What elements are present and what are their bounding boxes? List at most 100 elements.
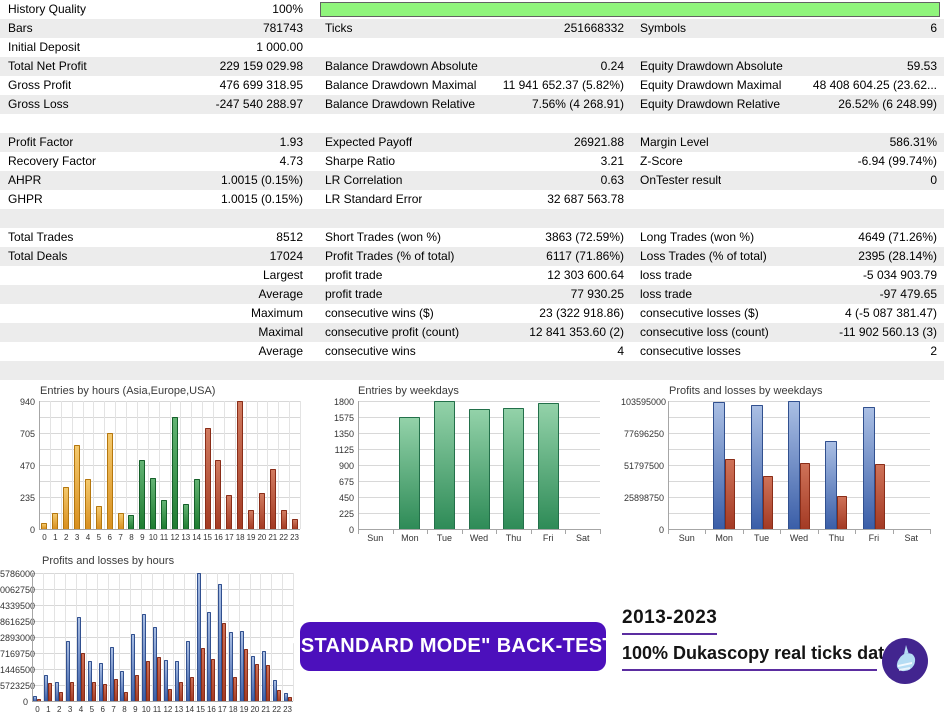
stat-label: Recovery Factor [8, 152, 96, 171]
table-cell [311, 114, 630, 133]
chart-bar [161, 500, 167, 529]
table-cell: consecutive profit (count)12 841 353.60 … [311, 323, 630, 342]
y-tick-label: 8616250 [0, 617, 28, 627]
chart-bar [194, 479, 200, 529]
chart-bar [469, 409, 490, 529]
stat-value: 1.93 [280, 133, 303, 152]
v-gridline [267, 401, 268, 529]
table-cell: AHPR1.0015 (0.15%) [0, 171, 311, 190]
chart-bar [96, 506, 102, 529]
table-cell: Total Deals17024 [0, 247, 311, 266]
table-cell: Average [0, 342, 311, 361]
table-row: AHPR1.0015 (0.15%)LR Correlation0.63OnTe… [0, 171, 944, 190]
stat-value: 1 000.00 [256, 38, 303, 57]
chart-bar [248, 510, 254, 529]
chart-bar [114, 679, 118, 701]
banner-label: "STANDARD MODE" BACK-TEST [291, 635, 615, 658]
x-tick-label: 22 [278, 533, 289, 543]
table-cell: loss trade -97 479.65 [630, 285, 944, 304]
stat-label: loss trade [640, 285, 692, 304]
table-cell [630, 38, 944, 57]
chart-bar [48, 683, 52, 701]
x-tick-label: 17 [217, 705, 228, 715]
y-tick-label: 0 [0, 697, 28, 707]
chart-bar [70, 682, 74, 701]
stat-value: 1.0015 (0.15%) [221, 190, 303, 209]
table-cell: Ticks251668332 [311, 19, 630, 38]
x-axis [39, 529, 300, 530]
stat-label: profit trade [325, 266, 382, 285]
stat-value: 6 [930, 19, 937, 38]
stat-label: Profit Trades (% of total) [325, 247, 454, 266]
chart-bar [538, 403, 559, 529]
table-row: GHPR1.0015 (0.15%)LR Standard Error32 68… [0, 190, 944, 209]
y-tick-label: 900 [330, 461, 354, 471]
x-tick-label: 9 [137, 533, 148, 543]
stat-label: Balance Drawdown Relative [325, 95, 475, 114]
v-gridline [148, 401, 149, 529]
chart-bar [59, 692, 63, 701]
x-tick-label: 3 [72, 533, 83, 543]
x-axis [32, 701, 293, 702]
x-tick-label: 16 [206, 705, 217, 715]
y-tick-label: 7169750 [0, 649, 28, 659]
y-tick-label: 1446500 [0, 665, 28, 675]
stat-label: GHPR [8, 190, 43, 209]
chart-bar [107, 433, 113, 529]
chart-bar [292, 519, 298, 529]
chart-bar [751, 405, 763, 529]
subtitle-underline [622, 669, 877, 671]
stat-value: -97 479.65 [880, 285, 937, 304]
chart-bar [63, 487, 69, 529]
chart-title: Entries by hours (Asia,Europe,USA) [40, 385, 215, 397]
x-axis [668, 529, 930, 530]
x-tick-label: 5 [86, 705, 97, 715]
stat-label: loss trade [640, 266, 692, 285]
y-tick-label: 0062750 [0, 585, 28, 595]
table-cell: Balance Drawdown Relative7.56% (4 268.91… [311, 95, 630, 114]
stat-label: Expected Payoff [325, 133, 412, 152]
stat-value: Average [259, 285, 303, 304]
v-gridline [213, 401, 214, 529]
chart-pl-by-hours: Profits and losses by hours0572325014465… [0, 553, 303, 723]
stat-label: consecutive wins [325, 342, 416, 361]
x-tick-label: Wed [462, 533, 497, 543]
y-tick-label: 1800 [330, 397, 354, 407]
stat-label: Bars [8, 19, 33, 38]
chart-bar [255, 664, 259, 701]
x-axis [358, 529, 600, 530]
x-tick-label: 6 [104, 533, 115, 543]
v-gridline [126, 401, 127, 529]
chart-bar [179, 682, 183, 701]
stat-label: OnTester result [640, 171, 721, 190]
stat-value: 11 941 652.37 (5.82%) [503, 76, 624, 95]
table-cell: Balance Drawdown Absolute0.24 [311, 57, 630, 76]
y-tick-label: 0 [330, 525, 354, 535]
stat-value: 6117 (71.86%) [546, 247, 624, 266]
x-tick-label: 23 [289, 533, 300, 543]
chart-bar [863, 407, 875, 529]
x-tick-label: 19 [239, 705, 250, 715]
table-cell: loss trade-5 034 903.79 [630, 266, 944, 285]
x-tick-label: 19 [246, 533, 257, 543]
stat-label: Initial Deposit [8, 38, 80, 57]
v-gridline [202, 401, 203, 529]
table-row: Total Net Profit229 159 029.98Balance Dr… [0, 57, 944, 76]
v-gridline [278, 401, 279, 529]
x-tick-label: Fri [855, 533, 892, 543]
v-gridline [191, 401, 192, 529]
chart-bar [124, 692, 128, 701]
chart-bar [215, 460, 221, 529]
table-row: Recovery Factor4.73Sharpe Ratio3.21Z-Sco… [0, 152, 944, 171]
chart-bar [190, 677, 194, 701]
table-row: Gross Loss-247 540 288.97Balance Drawdow… [0, 95, 944, 114]
x-tick-label: 18 [228, 705, 239, 715]
stat-label: consecutive losses [640, 342, 741, 361]
stat-value: 59.53 [907, 57, 937, 76]
chart-bar [146, 661, 150, 701]
chart-bar [168, 689, 172, 701]
stat-label: Long Trades (won %) [640, 228, 754, 247]
table-cell: Sharpe Ratio3.21 [311, 152, 630, 171]
stat-value: 0 [930, 171, 937, 190]
x-tick-label: 5 [93, 533, 104, 543]
